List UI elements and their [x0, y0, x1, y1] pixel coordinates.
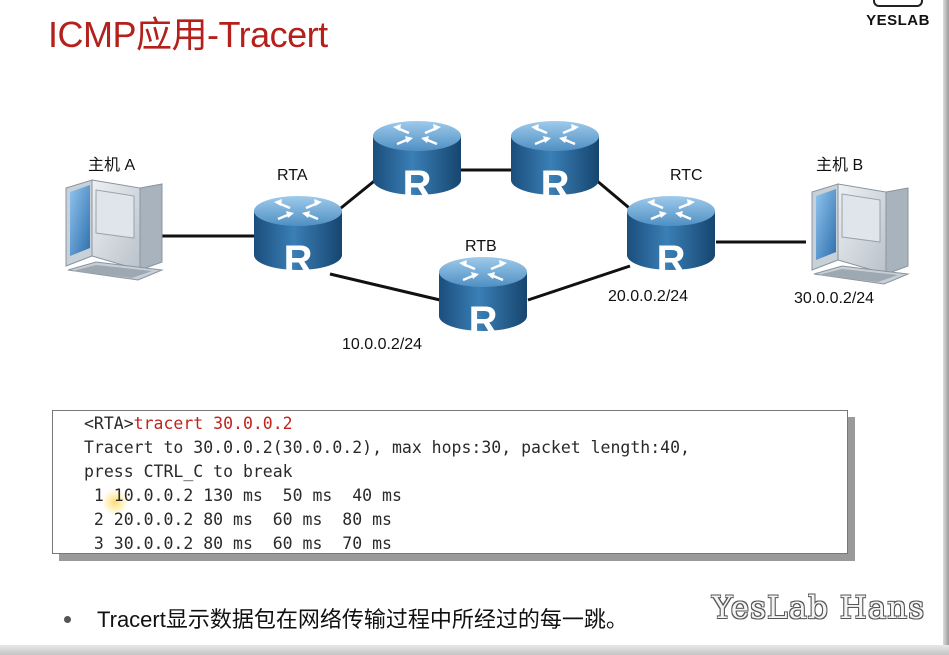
rtc-router-icon: R: [625, 194, 717, 282]
cli-hop-2: 2 20.0.0.2 80 ms 60 ms 80 ms: [84, 510, 392, 529]
upper-left-router-icon: R: [371, 119, 463, 207]
host-b-ip-label: 30.0.0.2/24: [794, 290, 875, 307]
rtb-ip-label: 10.0.0.2/24: [342, 336, 423, 353]
bullet-dot-icon: [64, 616, 71, 623]
host-b-label: 主机 B: [816, 157, 864, 174]
rtc-router-letter: R: [657, 238, 686, 282]
upper-left-router-letter: R: [403, 163, 432, 207]
rtc-ip-label: 20.0.0.2/24: [608, 288, 689, 305]
tracert-output-box: <RTA>tracert 30.0.0.2 Tracert to 30.0.0.…: [52, 410, 848, 554]
upper-right-router-letter: R: [541, 163, 570, 207]
rtb-label: RTB: [465, 238, 497, 255]
rtb-router-letter: R: [469, 299, 498, 343]
rtb-router-icon: R: [437, 255, 529, 343]
rta-router-icon: R: [252, 194, 344, 282]
cli-line-break-hint: press CTRL_C to break: [84, 462, 293, 481]
rtc-label: RTC: [670, 167, 703, 184]
network-diagram: R R R R R: [65, 119, 909, 343]
rta-router-letter: R: [284, 238, 313, 282]
link-upperright-rtc: [595, 178, 635, 214]
cli-prompt: <RTA>: [84, 414, 134, 433]
cli-line-tracert-info: Tracert to 30.0.0.2(30.0.0.2), max hops:…: [84, 438, 690, 457]
link-rta-rtb: [329, 272, 441, 302]
cli-command-line: <RTA>tracert 30.0.0.2: [84, 414, 293, 433]
cli-hop-3: 3 30.0.0.2 80 ms 60 ms 70 ms: [84, 534, 392, 553]
host-b-computer-icon: [811, 183, 909, 285]
cli-hop-1: 1 10.0.0.2 130 ms 50 ms 40 ms: [84, 486, 402, 505]
upper-right-router-icon: R: [509, 119, 601, 207]
watermark-text: YesLab Hans: [712, 590, 926, 626]
slide-bottom-strip: [0, 645, 949, 655]
bullet-text: Tracert显示数据包在网络传输过程中所经过的每一跳。: [97, 607, 628, 632]
link-rta-upperleft: [335, 176, 379, 214]
cli-command: tracert 30.0.0.2: [133, 414, 293, 433]
host-a-label: 主机 A: [88, 157, 136, 174]
rta-label: RTA: [277, 167, 308, 184]
host-a-computer-icon: [65, 179, 163, 281]
